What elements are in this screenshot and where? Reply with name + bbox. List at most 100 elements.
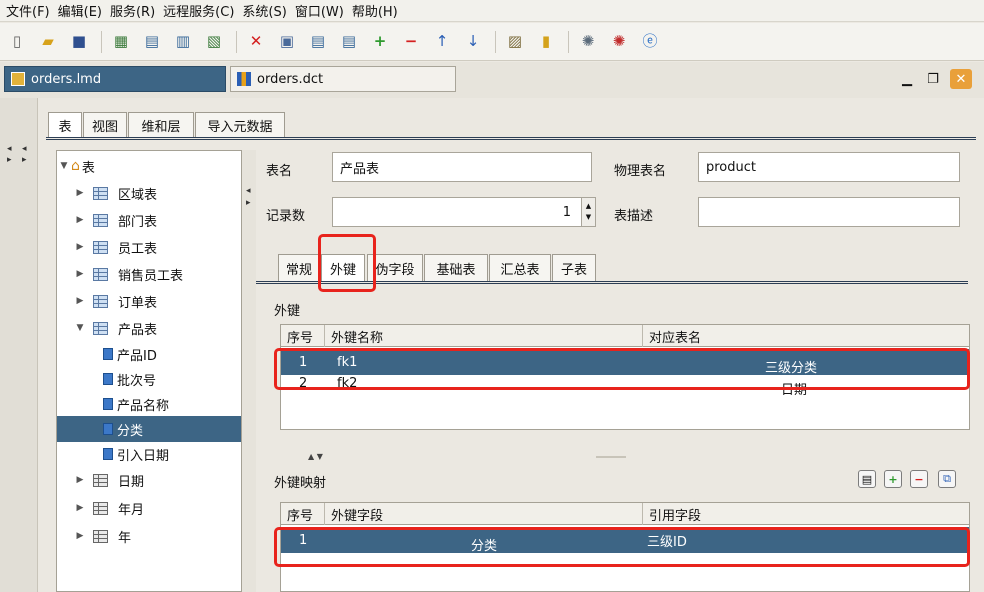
table-field-icon[interactable]: ▧	[203, 31, 225, 53]
physical-name-input[interactable]: product	[698, 152, 960, 182]
new-file-icon[interactable]: ▯	[6, 31, 28, 53]
table-settings-icon[interactable]: ▤	[858, 470, 876, 488]
collapse-arrow-icon[interactable]: ▶	[73, 242, 87, 252]
tree-field-batch[interactable]: 批次号	[57, 366, 241, 392]
collapse-left-icon[interactable]: ◂	[22, 144, 27, 154]
column-header-fk-field[interactable]: 外键字段	[325, 503, 643, 525]
column-header-no[interactable]: 序号	[281, 325, 325, 347]
collapse-left-icon[interactable]: ◂	[246, 186, 251, 196]
tree-item-year-month[interactable]: ▶ 年月	[73, 495, 241, 521]
tab-views[interactable]: 视图	[83, 112, 127, 138]
menu-remote-service[interactable]: 远程服务(C)	[163, 1, 234, 20]
relation-icon[interactable]: ⧉	[938, 470, 956, 488]
expand-right-icon[interactable]: ▸	[7, 155, 12, 165]
collapse-arrow-icon[interactable]: ▶	[73, 215, 87, 225]
field-icon	[103, 423, 113, 435]
tree-field-import-date[interactable]: 引入日期	[57, 441, 241, 467]
collapse-arrow-icon[interactable]: ▶	[73, 475, 87, 485]
tree-item-date[interactable]: ▶ 日期	[73, 467, 241, 493]
spinner-arrows-icon[interactable]: ▲ ▼	[581, 198, 595, 226]
expand-arrow-icon[interactable]: ▼	[57, 161, 71, 171]
open-folder-icon[interactable]: ▰	[37, 31, 59, 53]
insert-row-icon[interactable]: ▤	[307, 31, 329, 53]
add-sql-table-icon[interactable]: ▤	[141, 31, 163, 53]
collapse-arrows-icon[interactable]: ▲ ▼	[308, 452, 323, 461]
tab-general[interactable]: 常规	[278, 254, 320, 282]
tree-root[interactable]: ▼ ⌂ 表	[57, 153, 241, 179]
vertical-splitter[interactable]: ◂ ▸	[242, 150, 256, 592]
tree-item-sales-employee[interactable]: ▶ 销售员工表	[73, 261, 241, 287]
tab-dimensions[interactable]: 维和层	[128, 112, 194, 138]
expand-right-icon[interactable]: ▸	[246, 198, 251, 208]
add-icon[interactable]: +	[369, 31, 391, 53]
column-header-fk-name[interactable]: 外键名称	[325, 325, 643, 347]
tab-tables[interactable]: 表	[48, 112, 82, 138]
tree-item-year[interactable]: ▶ 年	[73, 523, 241, 549]
mapping-table[interactable]: 序号 外键字段 引用字段 1 分类 三级ID	[280, 502, 970, 592]
tab-import-metadata[interactable]: 导入元数据	[195, 112, 285, 138]
remove-icon[interactable]: −	[400, 31, 422, 53]
remove-mapping-icon[interactable]: −	[910, 470, 928, 488]
table-icon	[93, 294, 108, 308]
edit-table-icon[interactable]: ▥	[172, 31, 194, 53]
delete-icon[interactable]: ✕	[245, 31, 267, 53]
close-icon[interactable]: ✕	[950, 69, 972, 89]
clipboard-icon[interactable]: ▨	[504, 31, 526, 53]
column-header-ref-field[interactable]: 引用字段	[643, 503, 969, 525]
tab-foreign-keys[interactable]: 外键	[321, 254, 365, 282]
collapse-arrow-icon[interactable]: ▶	[73, 188, 87, 198]
tree-item-employee[interactable]: ▶ 员工表	[73, 234, 241, 260]
database-icon[interactable]: ▮	[535, 31, 557, 53]
menu-system[interactable]: 系统(S)	[242, 1, 286, 20]
collapse-arrow-icon[interactable]: ▶	[73, 531, 87, 541]
expand-right-icon[interactable]: ▸	[22, 155, 27, 165]
add-table-icon[interactable]: ▦	[110, 31, 132, 53]
tree-field-product-name[interactable]: 产品名称	[57, 391, 241, 417]
restore-icon[interactable]: ❐	[922, 69, 944, 89]
move-up-icon[interactable]: ↑	[431, 31, 453, 53]
tool-red-icon[interactable]: ✺	[608, 31, 630, 53]
tab-sub-tables[interactable]: 子表	[552, 254, 596, 282]
left-collapse-strip[interactable]: ◂ ▸ ◂ ▸	[0, 98, 38, 592]
menu-window[interactable]: 窗口(W)	[295, 1, 344, 20]
tree-field-category[interactable]: 分类	[57, 416, 241, 442]
tab-orders-dct[interactable]: orders.dct	[230, 66, 456, 92]
column-header-ref-table[interactable]: 对应表名	[643, 325, 969, 347]
description-input[interactable]	[698, 197, 960, 227]
append-row-icon[interactable]: ▤	[338, 31, 360, 53]
tool-icon[interactable]: ✺	[577, 31, 599, 53]
horizontal-splitter[interactable]: ▲ ▼	[256, 452, 968, 462]
copy-table-icon[interactable]: ▣	[276, 31, 298, 53]
collapse-arrow-icon[interactable]: ▶	[73, 269, 87, 279]
record-count-spinner[interactable]: 1 ▲ ▼	[332, 197, 596, 227]
collapse-arrow-icon[interactable]: ▶	[73, 296, 87, 306]
minimize-icon[interactable]: ▁	[896, 69, 918, 89]
tree-item-product[interactable]: ▼ 产品表	[73, 315, 241, 341]
menu-edit[interactable]: 编辑(E)	[58, 1, 102, 20]
table-row[interactable]: 2 fk2 日期	[281, 375, 969, 401]
tree-item-department[interactable]: ▶ 部门表	[73, 207, 241, 233]
tree-item-order[interactable]: ▶ 订单表	[73, 288, 241, 314]
expand-arrow-icon[interactable]: ▼	[73, 323, 87, 333]
table-tree[interactable]: ▼ ⌂ 表 ▶ 区域表 ▶ 部门表 ▶ 员工表 ▶ 销售员工表 ▶ 订单表 ▼ …	[56, 150, 242, 592]
collapse-arrow-icon[interactable]: ▶	[73, 503, 87, 513]
tree-item-region[interactable]: ▶ 区域表	[73, 180, 241, 206]
table-row[interactable]: 1 fk1 三级分类	[281, 349, 969, 376]
table-row[interactable]: 1 分类 三级ID	[281, 527, 969, 554]
browser-icon[interactable]: ⓔ	[639, 31, 661, 53]
tree-field-product-id[interactable]: 产品ID	[57, 341, 241, 367]
tab-pseudo-fields[interactable]: 伪字段	[367, 254, 423, 282]
menu-service[interactable]: 服务(R)	[110, 1, 155, 20]
save-icon[interactable]: ■	[68, 31, 90, 53]
fk-table[interactable]: 序号 外键名称 对应表名 1 fk1 三级分类 2 fk2 日期	[280, 324, 970, 430]
table-name-input[interactable]: 产品表	[332, 152, 592, 182]
tab-base-tables[interactable]: 基础表	[424, 254, 488, 282]
column-header-no[interactable]: 序号	[281, 503, 325, 525]
tab-orders-lmd[interactable]: orders.lmd	[4, 66, 226, 92]
add-mapping-icon[interactable]: +	[884, 470, 902, 488]
collapse-left-icon[interactable]: ◂	[7, 144, 12, 154]
menu-help[interactable]: 帮助(H)	[352, 1, 398, 20]
menu-file[interactable]: 文件(F)	[6, 1, 50, 20]
tab-summary-tables[interactable]: 汇总表	[489, 254, 551, 282]
move-down-icon[interactable]: ↓	[462, 31, 484, 53]
